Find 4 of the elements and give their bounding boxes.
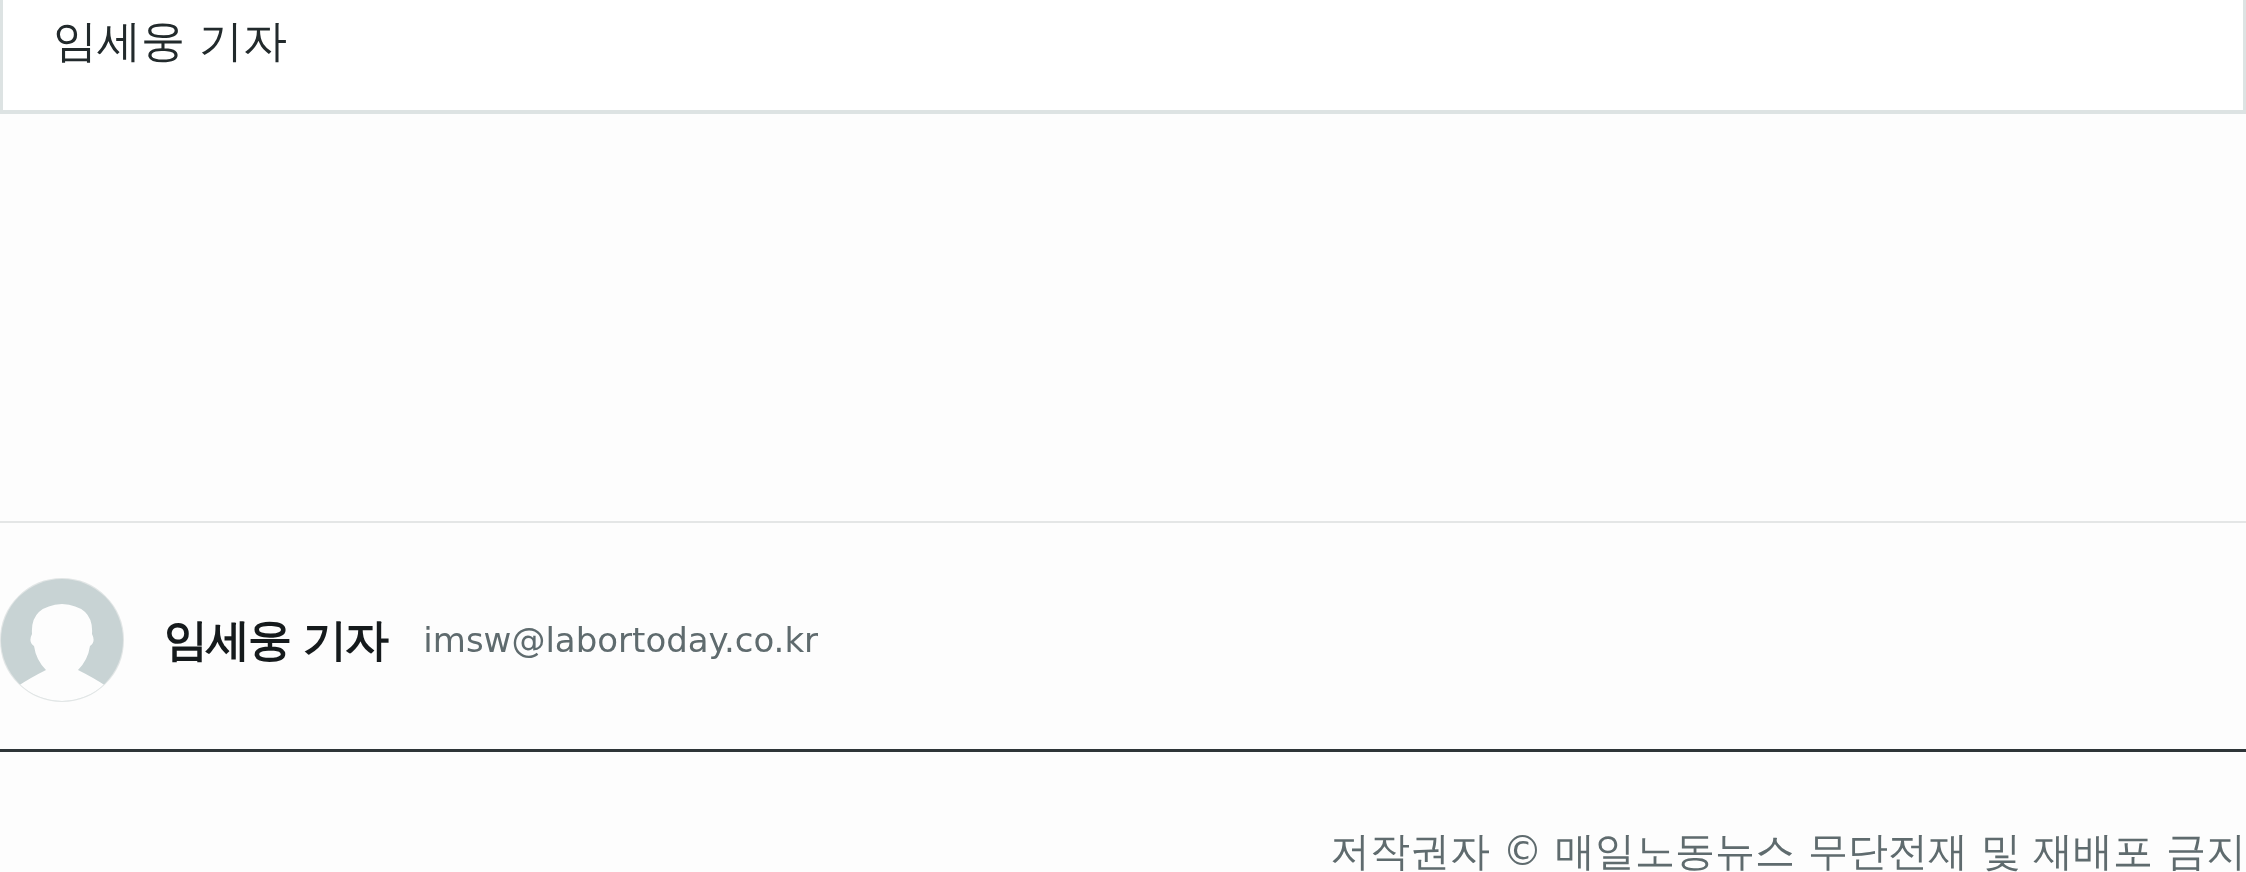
author-name: 임세웅 기자 [164, 612, 388, 667]
author-email: imsw@labortoday.co.kr [423, 620, 819, 660]
copyright-notice: 저작권자 © 매일노동뉴스 무단전재 및 재배포 금지 [1329, 827, 2246, 872]
byline-text: 임세웅 기자 [53, 15, 287, 66]
